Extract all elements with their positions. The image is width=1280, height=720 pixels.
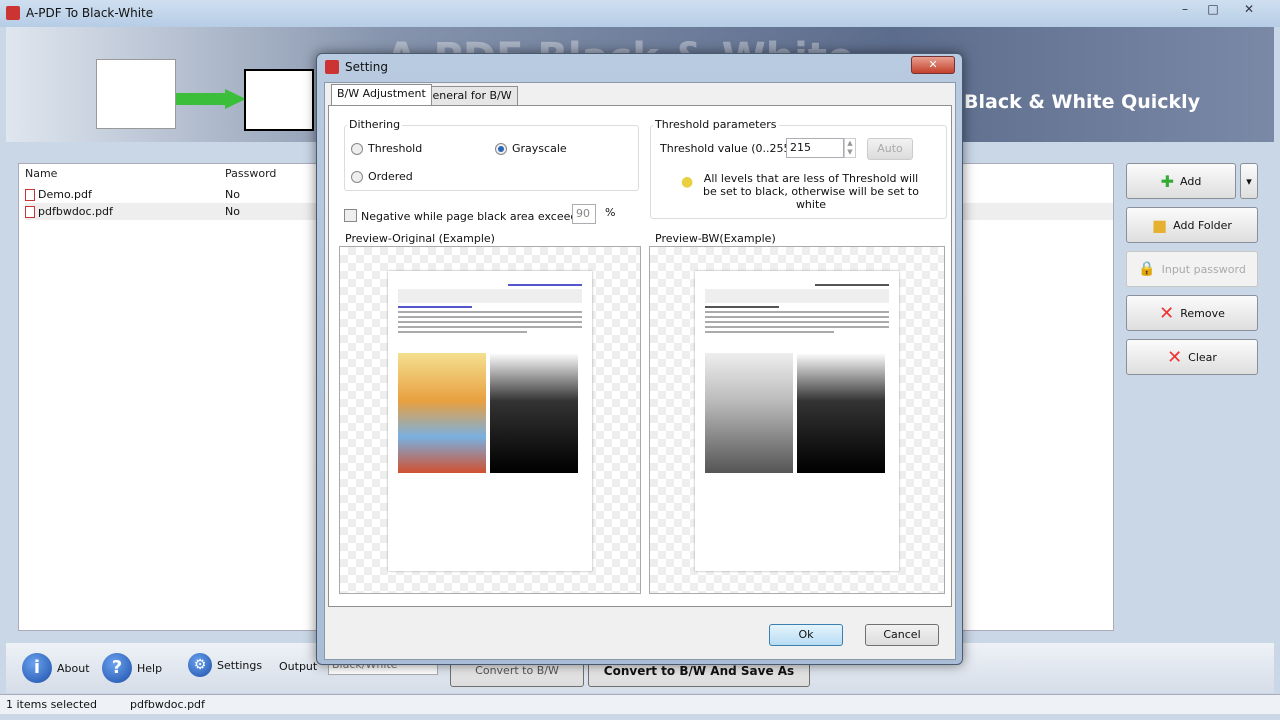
- bw-pdf-icon: [244, 69, 314, 131]
- tab-panel: Dithering Threshold Grayscale Ordered Ne…: [328, 105, 952, 607]
- column-password[interactable]: Password: [225, 164, 276, 184]
- folder-icon: ■: [1152, 215, 1168, 235]
- threshold-group-label: Threshold parameters: [653, 118, 779, 131]
- negative-checkbox[interactable]: [344, 209, 357, 222]
- arrow-icon: [176, 89, 246, 109]
- status-bar: 1 items selected pdfbwdoc.pdf: [0, 694, 1280, 714]
- status-selected: 1 items selected: [6, 698, 98, 711]
- app-icon: [6, 6, 20, 20]
- add-folder-button[interactable]: ■ Add Folder: [1126, 207, 1258, 243]
- maximize-button[interactable]: □: [1200, 2, 1226, 20]
- ok-button[interactable]: Ok: [769, 624, 843, 646]
- radio-ordered[interactable]: Ordered: [351, 170, 413, 183]
- percent-label: %: [605, 206, 616, 219]
- radio-threshold[interactable]: Threshold: [351, 142, 422, 155]
- dithering-group: Dithering Threshold Grayscale Ordered: [344, 118, 639, 191]
- setting-dialog: Setting ✕ B/W Adjustment General for B/W…: [316, 53, 963, 665]
- add-dropdown-button[interactable]: ▾: [1240, 163, 1258, 199]
- banner-slogan: Black & White Quickly: [964, 91, 1201, 113]
- pdf-file-icon: [25, 206, 35, 218]
- dithering-label: Dithering: [347, 118, 403, 131]
- dialog-title: Setting: [345, 60, 388, 74]
- preview-bw-label: Preview-BW(Example): [655, 232, 776, 245]
- tab-general[interactable]: General for B/W: [418, 86, 518, 105]
- window-title: A-PDF To Black-White: [26, 6, 154, 20]
- preview-page: [695, 271, 899, 571]
- gear-icon: ⚙: [188, 653, 212, 677]
- settings-button[interactable]: ⚙ Settings: [188, 653, 262, 677]
- title-bar: A-PDF To Black-White – □ ✕: [0, 0, 1280, 27]
- help-icon: ?: [102, 653, 132, 683]
- auto-button[interactable]: Auto: [867, 138, 913, 160]
- threshold-hint: All levels that are less of Threshold wi…: [703, 172, 919, 211]
- pdf-file-icon: [25, 189, 35, 201]
- remove-button[interactable]: ✕ Remove: [1126, 295, 1258, 331]
- add-file-icon: ✚: [1160, 171, 1175, 191]
- clear-icon: ✕: [1167, 346, 1183, 368]
- lightbulb-icon: ●: [681, 174, 694, 190]
- preview-original: [339, 246, 641, 594]
- status-file: pdfbwdoc.pdf: [130, 698, 205, 711]
- output-label: Output: [279, 660, 318, 673]
- column-name[interactable]: Name: [25, 164, 57, 184]
- preview-bw: [649, 246, 945, 594]
- info-icon: i: [22, 653, 52, 683]
- preview-page: [388, 271, 592, 571]
- lock-icon: 🔒: [1138, 261, 1156, 277]
- threshold-value-input[interactable]: 215: [786, 138, 844, 158]
- close-button[interactable]: ✕: [1236, 2, 1262, 20]
- clear-button[interactable]: ✕ Clear: [1126, 339, 1258, 375]
- threshold-spinner[interactable]: ▲ ▼: [844, 138, 856, 158]
- negative-value-input[interactable]: 90: [572, 204, 596, 224]
- radio-grayscale[interactable]: Grayscale: [495, 142, 567, 155]
- negative-label: Negative while page black area exceeds: [361, 210, 584, 223]
- about-button[interactable]: i About: [22, 653, 90, 683]
- threshold-value-label: Threshold value (0..255): [660, 142, 795, 155]
- input-password-button[interactable]: 🔒 Input password: [1126, 251, 1258, 287]
- chevron-down-icon: ▾: [1246, 174, 1252, 188]
- tab-bw-adjustment[interactable]: B/W Adjustment: [331, 84, 432, 105]
- dialog-client: B/W Adjustment General for B/W Dithering…: [324, 82, 956, 660]
- list-item[interactable]: Demo.pdf No: [25, 186, 325, 203]
- minimize-button[interactable]: –: [1172, 2, 1198, 20]
- help-button[interactable]: ? Help: [102, 653, 162, 683]
- dialog-icon: [325, 60, 339, 74]
- dialog-close-button[interactable]: ✕: [911, 56, 955, 74]
- add-button[interactable]: ✚ Add: [1126, 163, 1236, 199]
- preview-original-label: Preview-Original (Example): [345, 232, 495, 245]
- remove-icon: ✕: [1159, 302, 1175, 324]
- pdf-pages-icon: [96, 59, 176, 129]
- cancel-button[interactable]: Cancel: [865, 624, 939, 646]
- threshold-group: Threshold parameters Threshold value (0.…: [650, 118, 947, 219]
